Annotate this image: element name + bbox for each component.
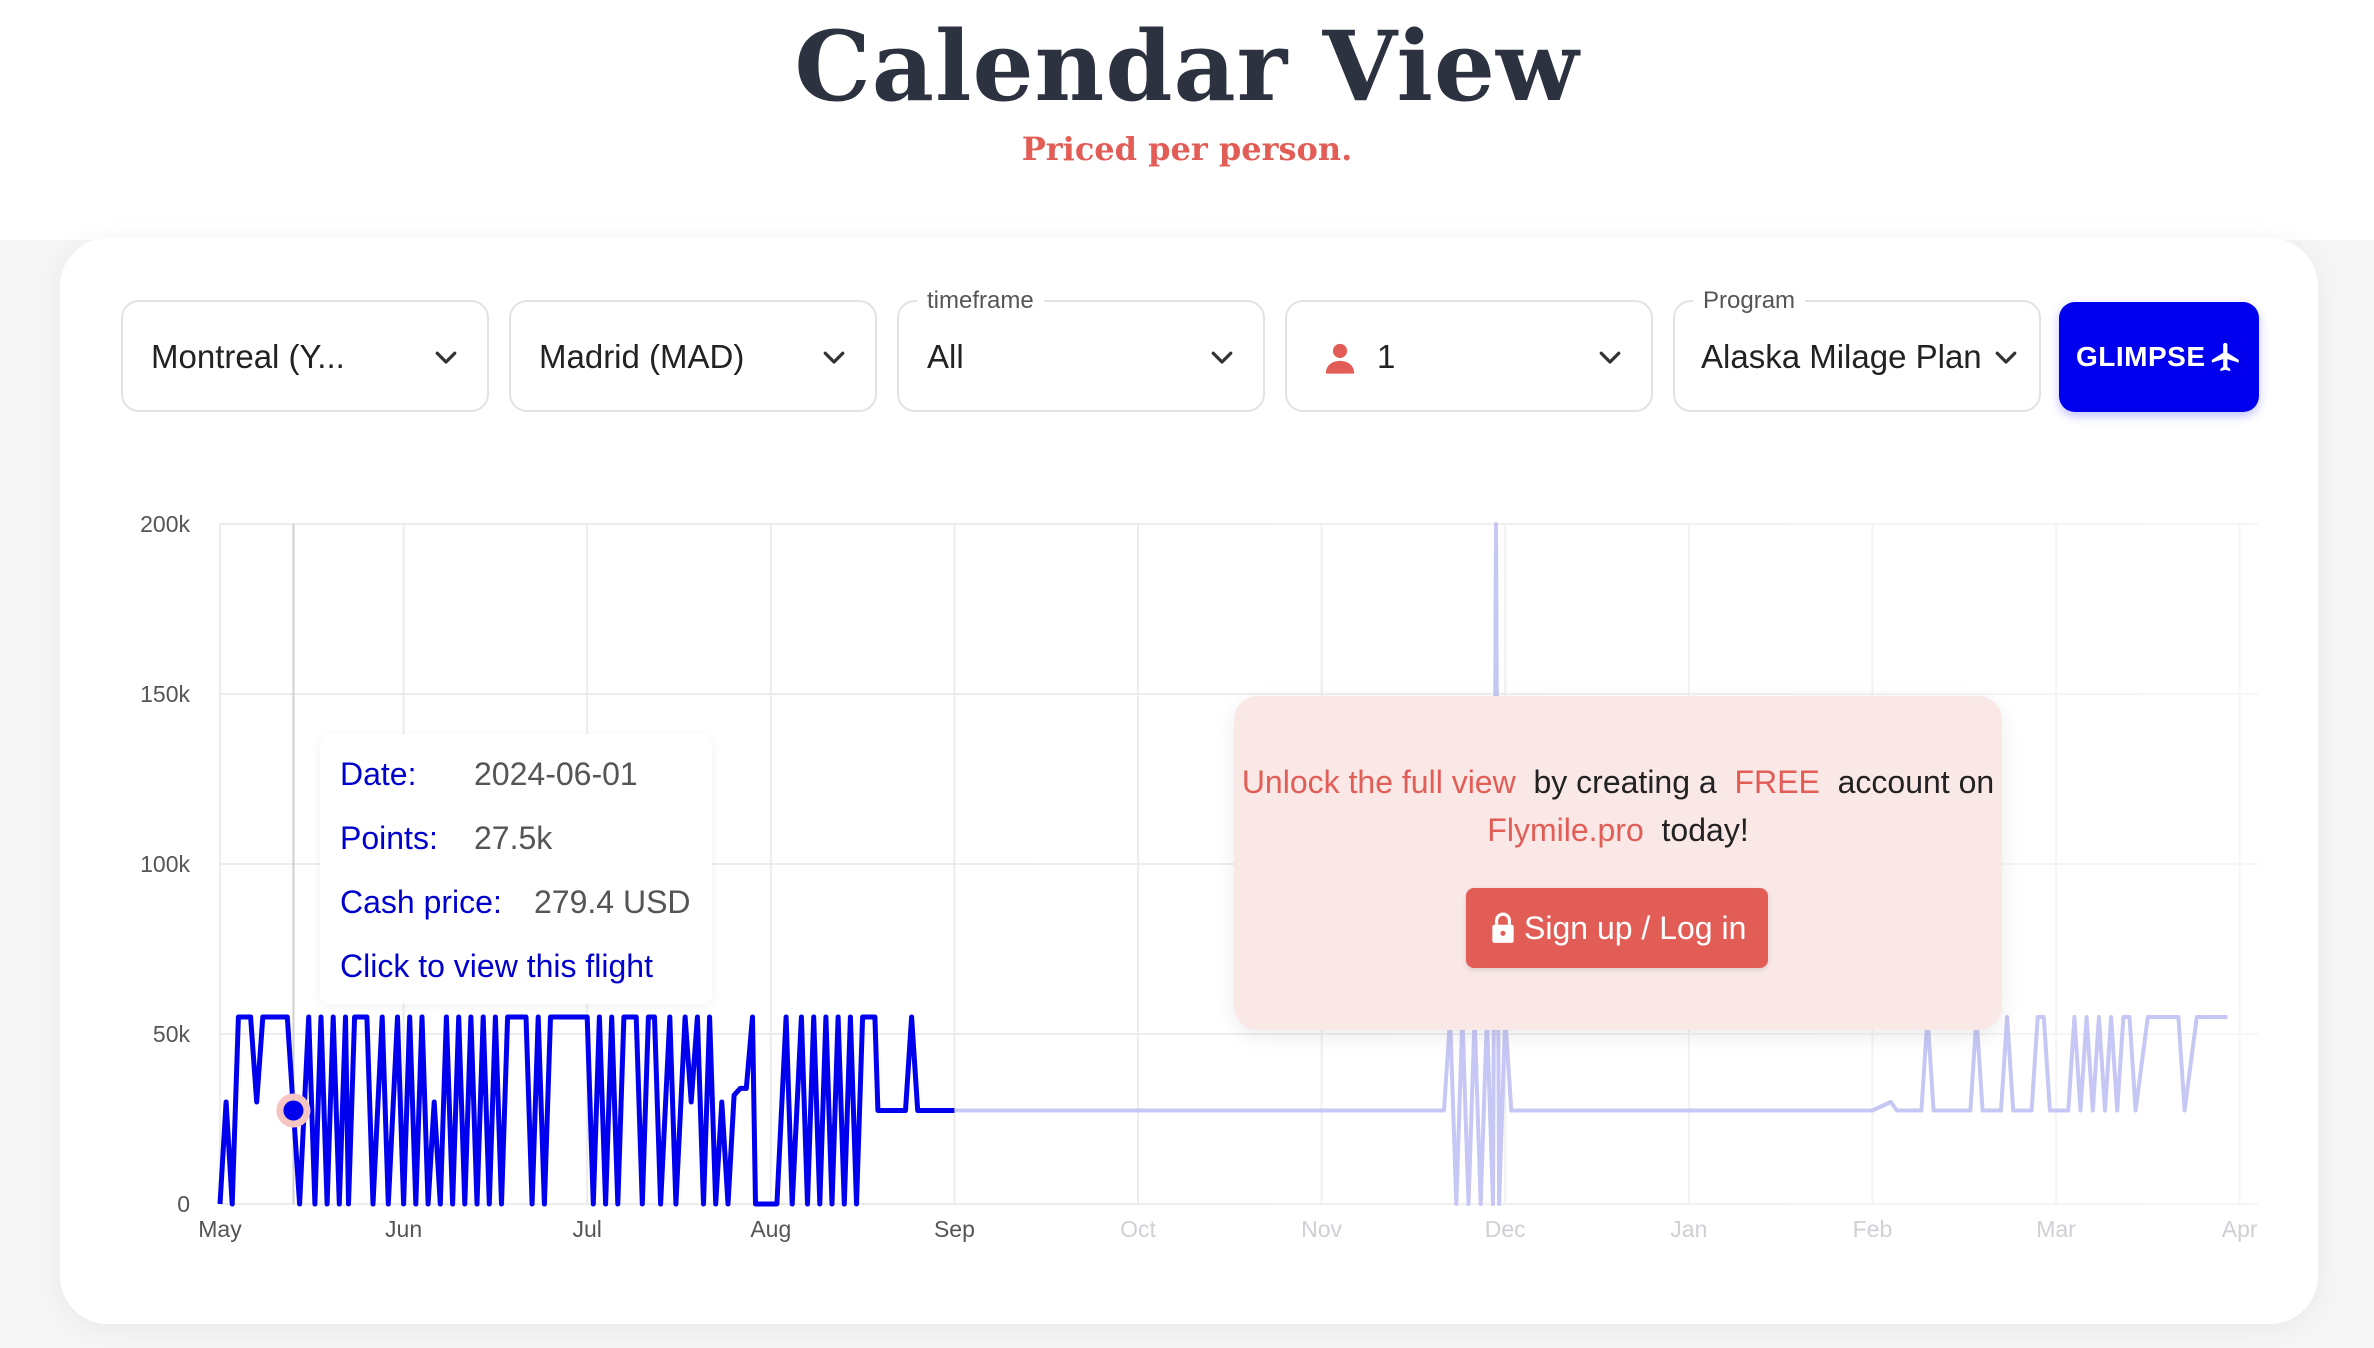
tooltip-points-label: Points: bbox=[340, 820, 438, 856]
x-tick-label: Oct bbox=[1120, 1216, 1156, 1242]
price-chart: 0 50k 100k 150k 200k May Jun Jul Aug Sep Oct Nov Dec… bbox=[140, 511, 2260, 1242]
view-flight-link[interactable]: Click to view this flight bbox=[340, 948, 653, 985]
signup-login-button[interactable]: Sign up / Log in bbox=[1466, 888, 1768, 968]
y-tick-label: 100k bbox=[140, 851, 190, 877]
unlock-text: by creating a bbox=[1533, 764, 1717, 800]
x-tick-label: Sep bbox=[934, 1216, 975, 1242]
highlight-point bbox=[283, 1100, 304, 1121]
x-tick-label: Aug bbox=[750, 1216, 791, 1242]
x-tick-label: Mar bbox=[2036, 1216, 2076, 1242]
x-tick-label: Dec bbox=[1485, 1216, 1526, 1242]
y-tick-label: 200k bbox=[140, 511, 190, 537]
unlock-panel: Unlock the full view by creating a FREE … bbox=[1234, 696, 2002, 1030]
tooltip-cash-value: 279.4 USD bbox=[534, 884, 691, 920]
free-text: FREE bbox=[1734, 764, 1820, 800]
lock-icon bbox=[1492, 912, 1514, 943]
y-tick-label: 0 bbox=[177, 1191, 190, 1217]
unlock-text-2: account on bbox=[1837, 764, 1995, 800]
tooltip-date-label: Date: bbox=[340, 756, 417, 792]
y-tick-label: 50k bbox=[153, 1021, 191, 1047]
chart-tooltip: Date: 2024-06-01 Points: 27.5k Cash pric… bbox=[320, 734, 712, 1004]
x-tick-label: May bbox=[198, 1216, 242, 1242]
y-tick-label: 150k bbox=[140, 681, 190, 707]
x-tick-label: Jun bbox=[385, 1216, 422, 1242]
unlock-cta-text: Unlock the full view bbox=[1241, 764, 1516, 800]
unlock-text-3: today! bbox=[1661, 812, 1749, 848]
x-tick-label: Feb bbox=[1853, 1216, 1893, 1242]
signup-label: Sign up / Log in bbox=[1524, 910, 1747, 946]
x-tick-label: Apr bbox=[2222, 1216, 2258, 1242]
site-name: Flymile.pro bbox=[1487, 812, 1644, 848]
x-tick-label: Jul bbox=[573, 1216, 602, 1242]
tooltip-cash-label: Cash price: bbox=[340, 884, 502, 920]
unlock-line-2: Flymile.pro today! bbox=[1234, 812, 2002, 849]
x-tick-label: Nov bbox=[1301, 1216, 1342, 1242]
unlock-line-1: Unlock the full view by creating a FREE … bbox=[1234, 764, 2002, 801]
tooltip-points-value: 27.5k bbox=[474, 820, 553, 856]
x-tick-label: Jan bbox=[1670, 1216, 1707, 1242]
tooltip-date-value: 2024-06-01 bbox=[474, 756, 638, 792]
